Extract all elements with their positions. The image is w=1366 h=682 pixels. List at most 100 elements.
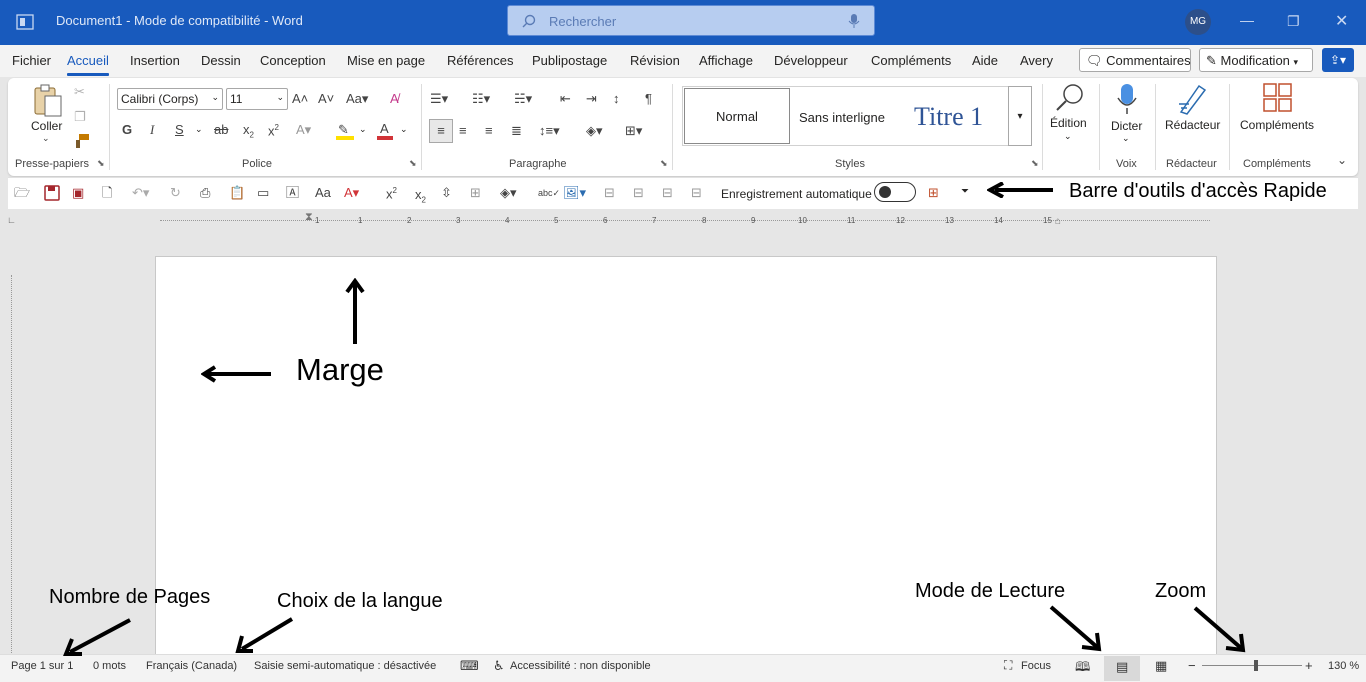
- addins-icon[interactable]: [1263, 83, 1293, 113]
- justify-icon[interactable]: ≣: [511, 121, 522, 141]
- subscript-icon[interactable]: x2: [243, 120, 254, 146]
- numbering-icon[interactable]: ☷▾: [472, 89, 490, 109]
- horizontal-ruler[interactable]: ⧗ ⌂ 1 1 2 3 4 5 6 7 8 9 10 11 12 13 14 1…: [160, 211, 1220, 229]
- multilevel-list-icon[interactable]: ☵▾: [514, 89, 532, 109]
- zoom-slider[interactable]: [1202, 665, 1302, 666]
- customize-qat-icon[interactable]: ⏷: [961, 186, 969, 197]
- find-icon[interactable]: [1054, 82, 1086, 114]
- font-size-combo[interactable]: 11 ⌄: [226, 88, 288, 110]
- folder-icon[interactable]: ▭: [257, 183, 269, 203]
- addins-label[interactable]: Compléments: [1240, 118, 1314, 132]
- chevron-down-icon[interactable]: ⌄: [195, 124, 203, 135]
- page-count[interactable]: Page 1 sur 1: [11, 660, 73, 672]
- avatar[interactable]: MG: [1185, 9, 1211, 35]
- highlight-button[interactable]: ✎: [336, 122, 356, 140]
- print-layout-button[interactable]: ▤: [1104, 656, 1140, 681]
- tab-publipostage[interactable]: Publipostage: [532, 53, 607, 68]
- fill-icon[interactable]: ◈▾: [500, 183, 517, 203]
- dialog-launcher-icon[interactable]: ⬊: [1031, 158, 1039, 169]
- tab-revision[interactable]: Révision: [630, 53, 680, 68]
- shading-icon[interactable]: ◈▾: [586, 121, 603, 141]
- redo-icon[interactable]: ↻: [170, 183, 181, 203]
- superscript-icon[interactable]: x2: [386, 181, 397, 204]
- right-indent-marker-icon[interactable]: ⌂: [1055, 216, 1061, 227]
- line-spacing-icon[interactable]: ↕≡▾: [539, 121, 560, 141]
- chevron-down-icon[interactable]: ⌄: [400, 124, 408, 135]
- focus-label[interactable]: Focus: [1021, 660, 1051, 672]
- style-no-spacing[interactable]: Sans interligne: [799, 110, 885, 125]
- font-name-combo[interactable]: Calibri (Corps) ⌄: [117, 88, 223, 110]
- tab-aide[interactable]: Aide: [972, 53, 998, 68]
- read-mode-icon[interactable]: 🕮: [1075, 658, 1090, 680]
- grow-font-icon[interactable]: A˄: [292, 89, 308, 109]
- editing-mode-button[interactable]: ✎ Modification ▾: [1199, 48, 1313, 72]
- tab-affichage[interactable]: Affichage: [699, 53, 753, 68]
- accessibility-status[interactable]: Accessibilité : non disponible: [510, 660, 651, 672]
- delete-row-icon[interactable]: ⊟: [662, 183, 673, 203]
- style-normal[interactable]: Normal: [684, 88, 790, 144]
- tab-avery[interactable]: Avery: [1020, 53, 1053, 68]
- font-color-button[interactable]: A: [376, 120, 396, 140]
- align-left-icon[interactable]: ≡: [429, 119, 453, 143]
- align-center-icon[interactable]: ≡: [459, 121, 467, 141]
- shrink-font-icon[interactable]: A˅: [318, 89, 334, 109]
- editor-icon[interactable]: [1177, 82, 1207, 116]
- increase-indent-icon[interactable]: ⇥: [586, 89, 597, 109]
- autosave-toggle[interactable]: [874, 182, 916, 202]
- tab-references[interactable]: Références: [447, 53, 513, 68]
- indent-marker-icon[interactable]: ⧗: [305, 211, 313, 224]
- restore-icon[interactable]: ❐: [1287, 13, 1300, 30]
- delete-column-icon[interactable]: ⊟: [691, 183, 702, 203]
- zoom-in-icon[interactable]: +: [1305, 658, 1313, 673]
- save-icon[interactable]: [44, 185, 60, 201]
- microphone-icon[interactable]: [848, 13, 860, 29]
- zoom-slider-thumb[interactable]: [1254, 660, 1258, 671]
- close-icon[interactable]: ✕: [1335, 11, 1348, 31]
- web-layout-icon[interactable]: ▦: [1155, 658, 1167, 674]
- tab-complements[interactable]: Compléments: [871, 53, 951, 68]
- dialog-launcher-icon[interactable]: ⬊: [97, 158, 105, 169]
- dictate-label[interactable]: Dicter: [1111, 119, 1142, 133]
- tab-selector-icon[interactable]: ∟: [7, 215, 16, 225]
- tab-dessin[interactable]: Dessin: [201, 53, 241, 68]
- insert-column-icon[interactable]: ⊟: [633, 183, 644, 203]
- sort-icon[interactable]: ↕: [613, 89, 620, 109]
- table-icon[interactable]: ⊞: [470, 183, 481, 203]
- undo-icon[interactable]: ↶▾: [132, 183, 149, 203]
- edition-label[interactable]: Édition: [1050, 116, 1087, 130]
- bold-button[interactable]: G: [122, 120, 132, 140]
- text-box-icon[interactable]: 🄰: [286, 183, 299, 203]
- align-right-icon[interactable]: ≡: [485, 121, 493, 141]
- chevron-down-icon[interactable]: ⌄: [1122, 133, 1130, 144]
- text-predictions-status[interactable]: Saisie semi-automatique : désactivée: [254, 660, 436, 672]
- zoom-out-icon[interactable]: −: [1188, 658, 1196, 673]
- picture-icon[interactable]: 🖼▾: [563, 183, 586, 203]
- change-case-icon[interactable]: Aa: [315, 183, 331, 203]
- styles-more-button[interactable]: ▾: [1008, 86, 1032, 146]
- tab-mise-en-page[interactable]: Mise en page: [347, 53, 425, 68]
- editor-label[interactable]: Rédacteur: [1165, 118, 1220, 132]
- language-status[interactable]: Français (Canada): [146, 660, 237, 672]
- dialog-launcher-icon[interactable]: ⬊: [660, 158, 668, 169]
- tab-insertion[interactable]: Insertion: [130, 53, 180, 68]
- collapse-ribbon-icon[interactable]: ⌄: [1337, 153, 1347, 167]
- chevron-down-icon[interactable]: ⌄: [359, 124, 367, 135]
- print-preview-icon[interactable]: ⎙: [200, 183, 210, 203]
- change-case-icon[interactable]: Aa▾: [346, 89, 368, 109]
- strikethrough-icon[interactable]: ab: [214, 120, 228, 140]
- bullets-icon[interactable]: ☰▾: [430, 89, 448, 109]
- insert-row-icon[interactable]: ⊟: [604, 183, 615, 203]
- tab-accueil[interactable]: Accueil: [67, 53, 109, 76]
- tab-conception[interactable]: Conception: [260, 53, 326, 68]
- vertical-ruler[interactable]: [8, 255, 16, 655]
- page-break-icon[interactable]: ⇳: [441, 183, 452, 203]
- copy-icon[interactable]: ❐: [74, 107, 86, 127]
- word-count[interactable]: 0 mots: [93, 660, 126, 672]
- cut-icon[interactable]: ✂: [74, 82, 85, 102]
- style-heading-1[interactable]: Titre 1: [914, 102, 983, 132]
- dialog-launcher-icon[interactable]: ⬊: [409, 158, 417, 169]
- tab-fichier[interactable]: Fichier: [12, 53, 51, 68]
- borders-icon[interactable]: ⊞▾: [625, 121, 642, 141]
- italic-button[interactable]: I: [150, 120, 154, 140]
- share-button[interactable]: ⇪▾: [1322, 48, 1354, 72]
